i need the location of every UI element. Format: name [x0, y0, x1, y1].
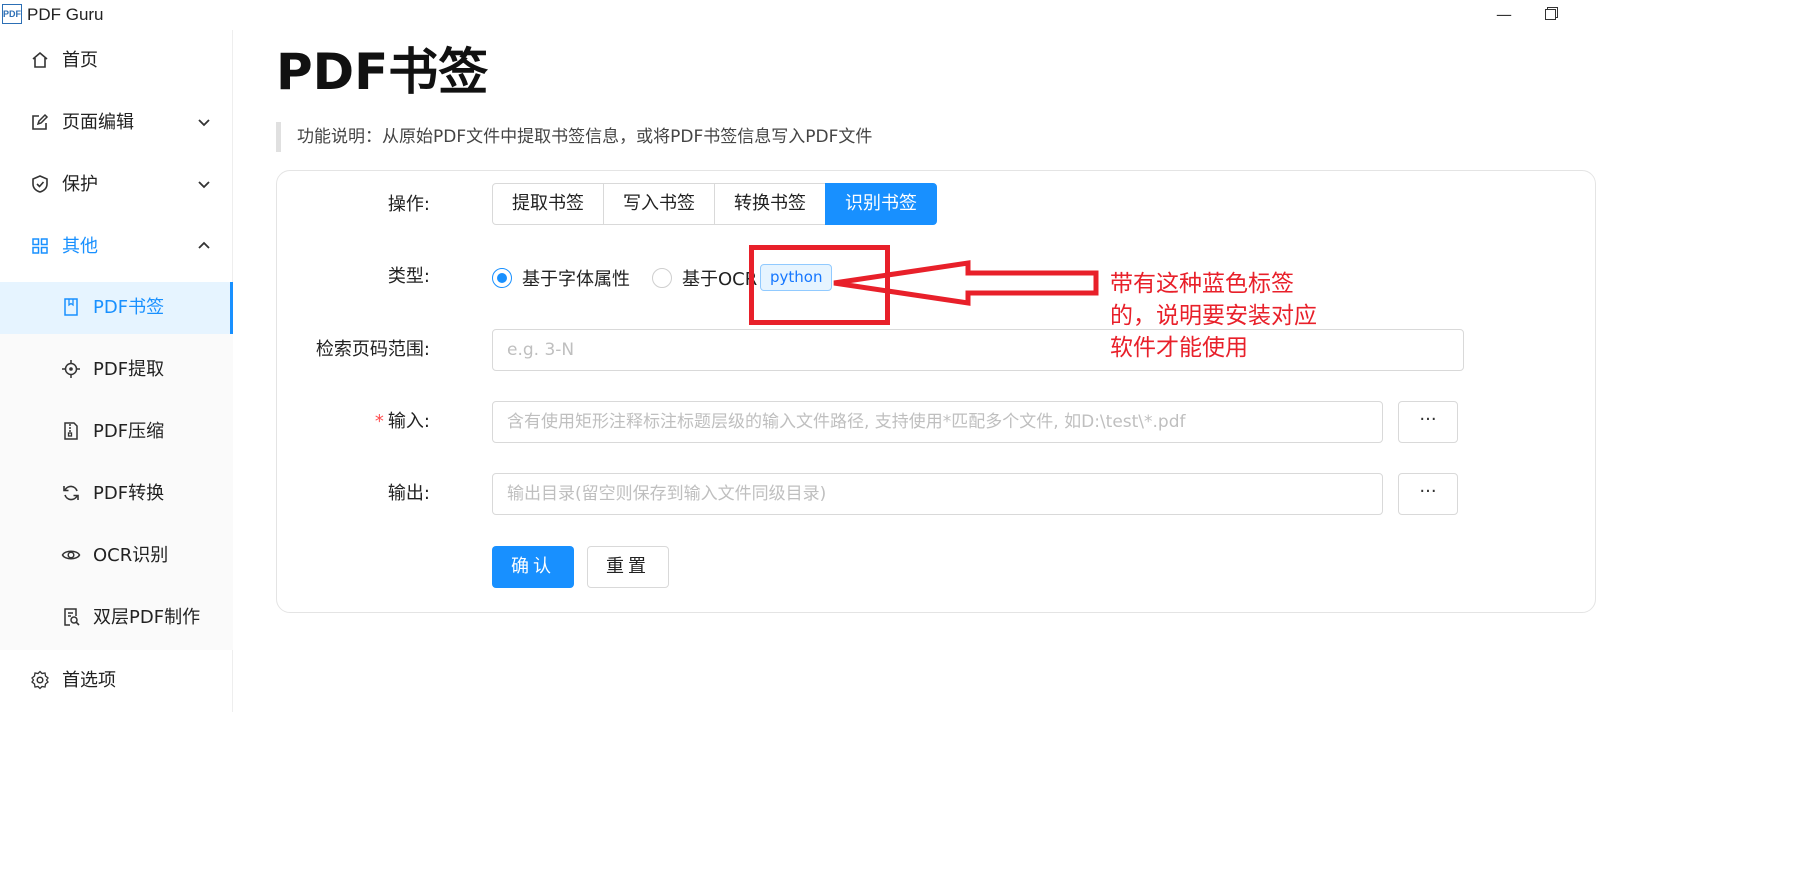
sidebar-item-label: 双层PDF制作: [93, 607, 201, 628]
radio-label: 基于字体属性: [522, 269, 630, 290]
chevron-down-icon: [198, 181, 210, 189]
input-path-field[interactable]: 含有使用矩形注释标注标题层级的输入文件路径, 支持使用*匹配多个文件, 如D:\…: [492, 401, 1383, 443]
sidebar-item-preferences[interactable]: 首选项: [0, 656, 233, 708]
bookmark-icon: [64, 298, 78, 316]
sidebar-item-dual-layer-pdf[interactable]: 双层PDF制作: [0, 592, 233, 644]
eye-icon: [61, 550, 81, 560]
input-label-text: 输入:: [387, 411, 430, 432]
reset-button[interactable]: 重置: [587, 546, 669, 588]
sidebar-item-label: PDF转换: [93, 483, 165, 504]
sidebar-item-label: PDF书签: [93, 297, 165, 318]
required-mark: *: [374, 411, 384, 432]
confirm-button[interactable]: 确认: [492, 546, 574, 588]
radio-unchecked-icon: [652, 268, 672, 288]
recognize-bookmark-button[interactable]: 识别书签: [825, 183, 937, 225]
write-bookmark-button[interactable]: 写入书签: [603, 183, 715, 225]
extract-bookmark-button[interactable]: 提取书签: [492, 183, 604, 225]
sidebar-item-label: 页面编辑: [62, 112, 134, 133]
submenu: PDF书签 PDF提取 PDF压缩 PDF转换 OCR识别 双层PDF制作: [0, 282, 233, 650]
zip-icon: [64, 422, 78, 440]
sidebar-item-label: 首选项: [62, 670, 116, 691]
sidebar-item-label: OCR识别: [93, 545, 169, 566]
chevron-down-icon: [198, 119, 210, 127]
type-label: 类型:: [387, 266, 430, 287]
sidebar: 首页 页面编辑 保护 其他 PDF书签 PDF提取 PDF压缩 PDF转换 OC…: [0, 30, 233, 712]
gear-icon: [31, 670, 49, 690]
radio-ocr[interactable]: 基于OCR: [652, 265, 757, 291]
sidebar-item-label: 首页: [62, 50, 98, 71]
sidebar-item-pdf-bookmark[interactable]: PDF书签: [0, 282, 233, 334]
app-logo: PDF: [2, 4, 22, 24]
grid-icon: [32, 238, 48, 254]
browse-output-button[interactable]: ···: [1398, 473, 1458, 515]
operation-segmented-control: 提取书签 写入书签 转换书签 识别书签: [492, 183, 937, 225]
edit-icon: [32, 113, 49, 130]
maximize-button[interactable]: [1530, 2, 1570, 28]
annotation-arrow-icon: [833, 260, 1099, 306]
annotation-text: 带有这种蓝色标签的，说明要安装对应软件才能使用: [1110, 271, 1317, 361]
radio-checked-icon: [492, 268, 512, 288]
sidebar-item-label: 其他: [62, 236, 98, 257]
feature-description: 功能说明：从原始PDF文件中提取书签信息，或将PDF书签信息写入PDF文件: [276, 122, 872, 152]
sidebar-item-other[interactable]: 其他: [0, 222, 233, 274]
sidebar-item-home[interactable]: 首页: [0, 36, 233, 88]
app-title: PDF Guru: [27, 5, 104, 24]
sync-icon: [63, 485, 79, 501]
browse-input-button[interactable]: ···: [1398, 401, 1458, 443]
sidebar-item-pdf-convert[interactable]: PDF转换: [0, 468, 233, 520]
chevron-up-icon: [198, 241, 210, 249]
input-label: * 输入:: [270, 410, 430, 434]
minimize-button[interactable]: —: [1484, 2, 1524, 28]
file-search-icon: [64, 608, 80, 626]
target-icon: [62, 360, 80, 378]
sidebar-item-label: 保护: [62, 174, 98, 195]
home-icon: [32, 51, 48, 68]
convert-bookmark-button[interactable]: 转换书签: [714, 183, 826, 225]
sidebar-item-protect[interactable]: 保护: [0, 160, 233, 212]
form-card: [276, 170, 1596, 613]
shield-icon: [32, 175, 48, 193]
sidebar-item-label: PDF压缩: [93, 421, 165, 442]
page-title: PDF书签: [276, 43, 489, 101]
maximize-icon: [1544, 9, 1556, 20]
output-dir-field[interactable]: 输出目录(留空则保存到输入文件同级目录): [492, 473, 1383, 515]
title-bar: PDF PDF Guru —: [0, 0, 1819, 30]
operation-label: 操作:: [387, 194, 430, 215]
sidebar-item-ocr[interactable]: OCR识别: [0, 530, 233, 582]
sidebar-item-page-edit[interactable]: 页面编辑: [0, 98, 233, 150]
radio-font-attribute[interactable]: 基于字体属性: [492, 265, 630, 291]
sidebar-item-label: PDF提取: [93, 359, 165, 380]
sidebar-item-pdf-compress[interactable]: PDF压缩: [0, 406, 233, 458]
sidebar-item-pdf-extract[interactable]: PDF提取: [0, 344, 233, 396]
output-label: 输出:: [387, 483, 430, 504]
page-range-label: 检索页码范围:: [315, 339, 430, 360]
radio-label: 基于OCR: [682, 269, 758, 290]
